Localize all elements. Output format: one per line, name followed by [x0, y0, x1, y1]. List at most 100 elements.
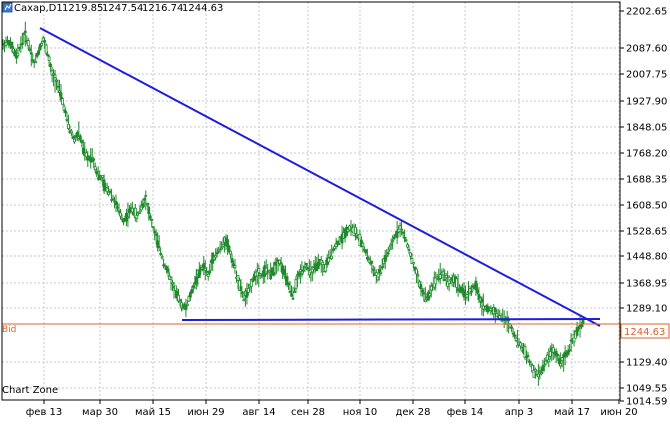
candle-body: [229, 250, 232, 255]
x-tick-labels: фев 13 мар 30 май 15 июн 29 авг 14 сен 28 ноя …: [26, 407, 638, 418]
candle-body: [438, 274, 442, 279]
candle-body: [71, 136, 75, 139]
candle-body: [44, 44, 48, 54]
candle-body: [443, 279, 447, 281]
candle-body: [389, 243, 393, 246]
candle-body: [203, 267, 207, 271]
candle-body: [257, 268, 261, 273]
candle-body: [272, 272, 276, 276]
candle-body: [409, 252, 412, 257]
x-tick-label: май 15: [135, 407, 171, 418]
candle-body: [385, 255, 389, 257]
candle-body: [327, 257, 331, 263]
candle-body: [370, 261, 374, 264]
candle-body: [404, 239, 408, 242]
candle-body: [495, 313, 499, 317]
candle-body: [465, 293, 469, 298]
candle-body: [516, 345, 519, 348]
candle-body: [151, 226, 155, 228]
candle-body: [111, 198, 115, 201]
y-tick-label: 2007.75: [626, 70, 667, 81]
candle-body: [206, 273, 210, 277]
candle-body: [303, 266, 307, 269]
candle-body: [293, 291, 296, 293]
candle-body: [444, 275, 448, 279]
candle-body: [401, 231, 405, 234]
candle-body: [361, 242, 365, 247]
candle-body: [275, 257, 279, 260]
candle-body: [287, 282, 290, 286]
candle-body: [273, 261, 277, 266]
candle-body: [241, 291, 244, 294]
candle-body: [288, 290, 292, 293]
candle-body: [147, 206, 151, 215]
candle-body: [498, 315, 502, 319]
candle-body: [40, 43, 44, 46]
x-tick-label: май 17: [554, 407, 590, 418]
candle-body: [568, 349, 572, 352]
y-tick-label: 1848.05: [626, 123, 667, 134]
candle-body: [403, 236, 406, 239]
candle-body: [117, 210, 121, 213]
candle-body: [226, 239, 229, 247]
candle-body: [380, 266, 384, 269]
x-tick-label: авг 14: [242, 407, 275, 418]
candle-body: [374, 272, 378, 276]
candle-body: [580, 324, 583, 328]
candle-body: [316, 261, 320, 270]
candle-body: [388, 246, 392, 250]
candle-body: [392, 236, 396, 240]
candle-body: [542, 364, 546, 367]
candle-body: [267, 270, 271, 273]
candle-body: [474, 280, 478, 291]
candle-body: [538, 370, 542, 373]
y-tick-label: 1014.59: [626, 397, 667, 408]
x-tick-label: сен 28: [291, 407, 325, 418]
candle-body: [577, 326, 580, 330]
candle-body: [101, 175, 105, 178]
candle-body: [548, 351, 552, 357]
candle-body: [49, 63, 52, 67]
candle-body: [75, 131, 79, 137]
trendline-support[interactable]: [181, 318, 601, 321]
candle-body: [108, 190, 112, 193]
candle-body: [239, 286, 243, 291]
candle-body: [483, 308, 487, 311]
candle-body: [544, 360, 548, 365]
candle-body: [34, 61, 38, 64]
y-tick-label: 1608.50: [626, 201, 667, 212]
candle-body: [65, 119, 69, 121]
y-tick-label: 1049.55: [626, 384, 667, 395]
high-value: 1247.54: [102, 3, 143, 14]
candle-body: [58, 90, 61, 93]
candle-body: [78, 135, 82, 140]
candle-body: [159, 252, 163, 255]
candle-body: [364, 249, 368, 254]
candle-body: [141, 203, 145, 208]
candle-body: [302, 269, 305, 272]
candle-body: [379, 271, 383, 274]
candle-body: [23, 30, 27, 33]
trendlines[interactable]: [39, 27, 601, 327]
candle-body: [526, 354, 530, 357]
bid-label: Bid: [2, 325, 16, 335]
candle-body: [321, 261, 325, 266]
candle-body: [114, 201, 118, 206]
trendline-descending[interactable]: [39, 27, 601, 327]
y-tick-label: 1528.65: [626, 227, 667, 238]
candle-body: [279, 262, 283, 265]
candle-body: [95, 171, 99, 175]
candle-body: [420, 289, 424, 293]
candle-body: [10, 41, 14, 49]
y-tick-label: 1688.35: [626, 175, 667, 186]
candle-body: [541, 365, 545, 372]
candle-body: [441, 271, 445, 276]
candle-body: [13, 50, 17, 57]
candle-body: [581, 319, 585, 325]
candle-body: [371, 268, 375, 271]
candle-body: [511, 332, 515, 335]
candle-body: [218, 249, 222, 252]
candle-body: [154, 233, 158, 236]
candle-body: [455, 278, 458, 288]
price-chart[interactable]: 2202.65 2087.60 2007.75 1927.90 1848.05 1768.…: [0, 0, 670, 433]
